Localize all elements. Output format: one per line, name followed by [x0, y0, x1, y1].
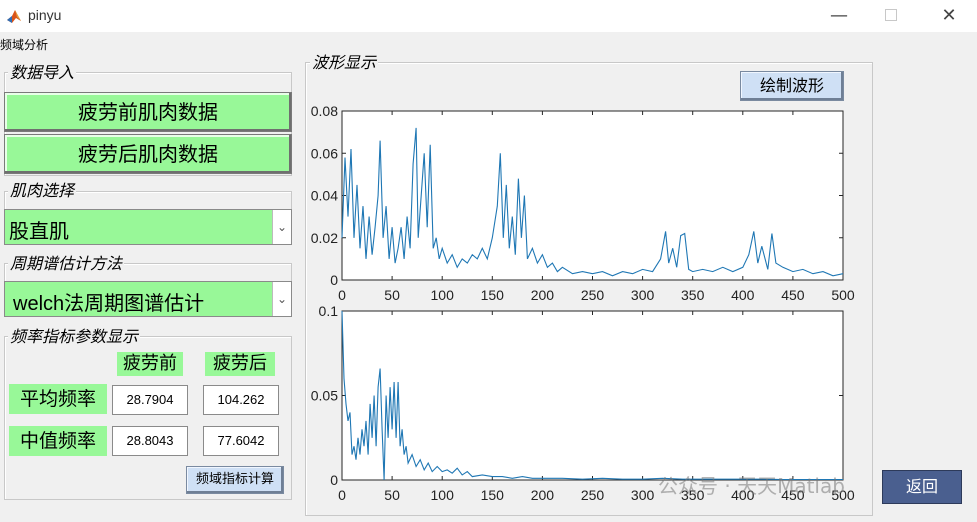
x-tick-label: 0 [338, 487, 346, 503]
watermark-text: 公众号 · 天天Matlab [658, 474, 845, 498]
y-tick-label: 0.08 [311, 103, 338, 119]
x-tick-label: 150 [481, 287, 505, 303]
y-tick-label: 0.1 [319, 303, 339, 319]
x-tick-label: 250 [581, 287, 605, 303]
x-tick-label: 300 [631, 287, 655, 303]
x-tick-label: 300 [631, 487, 655, 503]
y-tick-label: 0.02 [311, 230, 338, 246]
plot-area [341, 310, 844, 481]
x-tick-label: 450 [781, 287, 805, 303]
x-tick-label: 250 [581, 487, 605, 503]
x-tick-label: 350 [681, 287, 705, 303]
y-tick-label: 0.05 [311, 388, 338, 404]
x-tick-label: 400 [731, 287, 755, 303]
x-tick-label: 200 [531, 487, 555, 503]
x-tick-label: 500 [831, 287, 855, 303]
x-tick-label: 150 [481, 487, 505, 503]
y-tick-label: 0.06 [311, 145, 338, 161]
x-tick-label: 100 [431, 487, 455, 503]
x-tick-label: 50 [384, 487, 400, 503]
return-button[interactable]: 返回 [882, 470, 962, 504]
x-tick-label: 200 [531, 287, 555, 303]
x-tick-label: 0 [338, 287, 346, 303]
charts-layer: 0 50 100 150 200 250 300 350 400 450 50000.020.040… [311, 103, 855, 503]
x-tick-label: 50 [384, 287, 400, 303]
chart-before: 0 50 100 150 200 250 300 350 400 450 500 0 0.02 0.04 0… [311, 103, 855, 303]
y-tick-label: 0.04 [311, 188, 338, 204]
y-tick-label: 0 [330, 472, 338, 488]
y-tick-label: 0 [330, 272, 338, 288]
x-tick-label: 100 [431, 287, 455, 303]
